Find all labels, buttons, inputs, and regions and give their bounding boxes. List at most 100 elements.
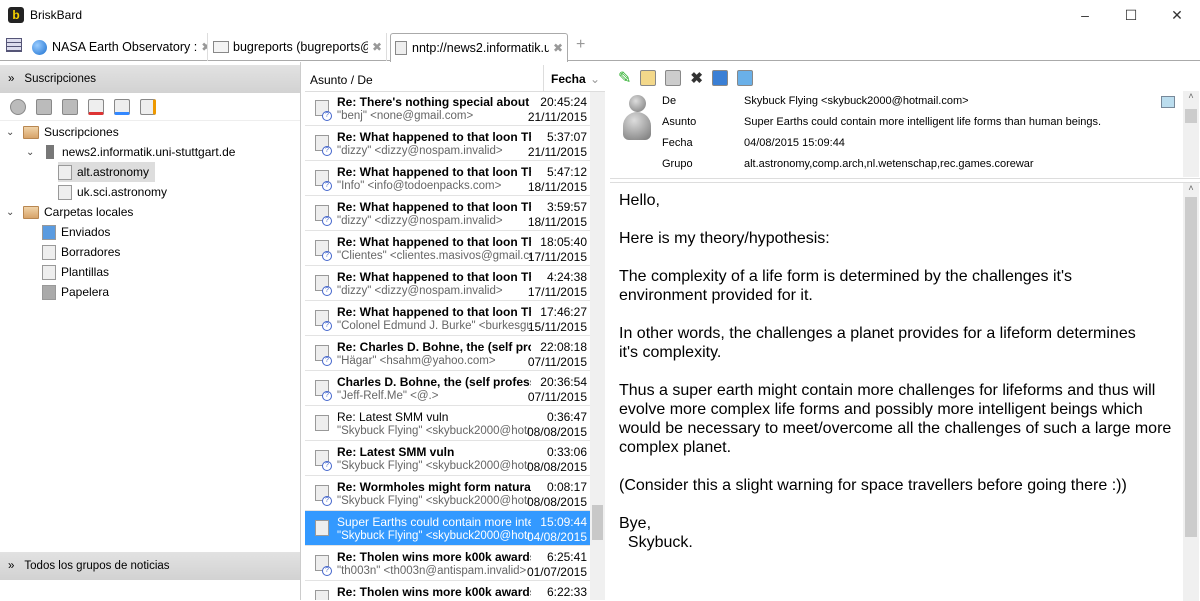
message-row[interactable]: ? Charles D. Bohne, the (self professed "J… <box>305 371 590 406</box>
tree-item-server[interactable]: ⌄ news2.informatik.uni-stuttgart.de <box>26 142 235 162</box>
message-body-view: Hello, Here is my theory/hypothesis: The… <box>610 182 1200 601</box>
message-row[interactable]: ? Re: Latest SMM vuln "Skybuck Flying" <sk… <box>305 441 590 476</box>
message-row[interactable]: ? Re: What happened to that loon Thomas"d… <box>305 196 590 231</box>
message-from: "Hägar" <hsahm@yahoo.com> <box>337 355 496 367</box>
edit-icon[interactable] <box>140 98 156 115</box>
message-time: 20:45:24 <box>540 95 587 109</box>
message-row[interactable]: ? Re: What happened to that loon Thomas"C… <box>305 301 590 336</box>
download-icon[interactable] <box>736 70 753 86</box>
maximize-button[interactable]: ☐ <box>1108 0 1154 30</box>
folder-icon <box>23 125 39 139</box>
message-from: "dizzy" <dizzy@nospam.invalid> <box>337 145 503 157</box>
message-row[interactable]: ? Re: What happened to that loon Thomas"d… <box>305 266 590 301</box>
reply-icon[interactable] <box>640 70 657 86</box>
message-icon <box>315 415 329 431</box>
tab-nntp[interactable]: nntp://news2.informatik.u ✖ <box>390 33 568 62</box>
tree-item-papelera[interactable]: Papelera <box>42 282 109 302</box>
tab-bugreports[interactable]: bugreports (bugreports@l ✖ <box>209 33 387 61</box>
new-tab-button[interactable]: + <box>576 36 585 54</box>
message-from: "Skybuck Flying" <skybuck2000@hotmail.co… <box>337 495 531 507</box>
chevron-down-icon[interactable]: ⌄ <box>6 207 18 218</box>
tree-item-uk-sci-astronomy[interactable]: uk.sci.astronomy <box>58 182 167 202</box>
print-icon[interactable] <box>665 70 682 86</box>
chevron-down-icon[interactable]: ⌄ <box>6 127 18 138</box>
message-time: 17:46:27 <box>540 305 587 319</box>
unread-status-icon: ? <box>322 286 332 296</box>
column-subject[interactable]: Asunto / De <box>310 73 373 87</box>
message-row[interactable]: ? Re: There's nothing special about the "b… <box>305 91 590 126</box>
tree-label: Suscripciones <box>44 125 119 139</box>
menu-icon[interactable] <box>6 38 22 52</box>
message-date: 04/08/2015 <box>526 530 587 544</box>
tree-item-plantillas[interactable]: Plantillas <box>42 262 109 282</box>
message-date: 18/11/2015 <box>527 180 587 194</box>
tree-item-enviados[interactable]: Enviados <box>42 222 110 242</box>
delete-icon[interactable]: ✖ <box>690 69 703 87</box>
tab-nasa[interactable]: NASA Earth Observatory : ✖ <box>28 33 208 61</box>
scroll-thumb[interactable] <box>592 505 603 540</box>
column-date[interactable]: Fecha <box>551 72 586 86</box>
message-subject: Super Earths could contain more intellig… <box>337 515 531 529</box>
drafts-icon <box>42 244 56 260</box>
tree-label: news2.informatik.uni-stuttgart.de <box>62 145 236 159</box>
sort-chevron-icon: ⌄ <box>590 72 601 86</box>
message-row[interactable]: ?Re: Tholen wins more k00k awards6:22:33 <box>305 581 590 600</box>
unsubscribe-icon[interactable] <box>88 98 104 115</box>
save-icon[interactable] <box>711 70 728 86</box>
all-newsgroups-bar[interactable]: » Todos los grupos de noticias <box>0 552 300 580</box>
settings-gear-icon[interactable] <box>10 98 26 115</box>
message-row[interactable]: ? Re: Wormholes might form naturally "Skyb… <box>305 476 590 511</box>
message-from: "th003n" <th003n@antispam.invalid> <box>337 565 527 577</box>
unread-status-icon: ? <box>322 356 332 366</box>
date-value: 04/08/2015 15:09:44 <box>744 137 845 149</box>
tab-label: bugreports (bugreports@l <box>233 40 368 54</box>
message-date: 15/11/2015 <box>527 320 587 334</box>
close-tab-icon[interactable]: ✖ <box>553 41 563 55</box>
message-time: 4:24:38 <box>546 270 587 284</box>
message-subject: Re: What happened to that loon Thomas <box>337 305 531 319</box>
app-title: BriskBard <box>30 8 83 22</box>
message-toolbar: ✎ ✖ <box>610 65 753 91</box>
tab-label: NASA Earth Observatory : <box>52 40 198 54</box>
message-time: 5:37:07 <box>546 130 587 144</box>
message-row[interactable]: ? Re: Charles D. Bohne, the (self profess… <box>305 336 590 371</box>
message-time: 0:08:17 <box>546 480 587 494</box>
date-label: Fecha <box>662 137 693 149</box>
message-time: 5:47:12 <box>546 165 587 179</box>
folder-icon <box>23 205 39 219</box>
list-header: Asunto / De Fecha ⌄ <box>305 65 605 92</box>
collapse-icon: » <box>8 73 15 85</box>
add-contact-icon[interactable] <box>1161 96 1175 108</box>
message-row[interactable]: Re: Latest SMM vuln "Skybuck Flying" <sky… <box>305 406 590 441</box>
message-row[interactable]: Super Earths could contain more intellig… <box>305 511 590 546</box>
message-row[interactable]: ? Re: What happened to that loon Thomas"d… <box>305 126 590 161</box>
download-icon[interactable] <box>114 98 130 115</box>
list-scrollbar[interactable] <box>590 92 605 600</box>
tree-item-suscripciones[interactable]: ⌄ Suscripciones <box>6 122 119 142</box>
message-row[interactable]: ? Re: What happened to that loon Thomas"I… <box>305 161 590 196</box>
message-row[interactable]: ? Re: What happened to that loon Thomas"C… <box>305 231 590 266</box>
tree-item-borradores[interactable]: Borradores <box>42 242 120 262</box>
close-tab-icon[interactable]: ✖ <box>201 40 207 54</box>
close-tab-icon[interactable]: ✖ <box>372 40 382 54</box>
message-time: 22:08:18 <box>540 340 587 354</box>
message-row[interactable]: ? Re: Tholen wins more k00k awards "th003n… <box>305 546 590 581</box>
tab-label: nntp://news2.informatik.u <box>412 41 549 55</box>
group-value: alt.astronomy,comp.arch,nl.wetenschap,re… <box>744 158 1034 170</box>
message-from: "Skybuck Flying" <skybuck2000@hotmail.co… <box>337 530 531 542</box>
new-folder-icon[interactable] <box>36 98 52 115</box>
tree-item-carpetas-locales[interactable]: ⌄ Carpetas locales <box>6 202 133 222</box>
message-date: 07/11/2015 <box>527 390 587 404</box>
from-value[interactable]: Skybuck Flying <skybuck2000@hotmail.com> <box>744 95 969 107</box>
remove-folder-icon[interactable] <box>62 98 78 115</box>
body-scrollbar[interactable]: ˄ <box>1183 183 1199 601</box>
sidebar-header[interactable]: » Suscripciones <box>0 65 300 93</box>
tree-item-alt-astronomy[interactable]: alt.astronomy <box>58 162 156 182</box>
message-subject: Re: What happened to that loon Thomas <box>337 200 531 214</box>
header-scrollbar[interactable]: ˄ <box>1183 91 1199 177</box>
message-date: 08/08/2015 <box>526 460 587 474</box>
minimize-button[interactable]: – <box>1062 0 1108 30</box>
pencil-icon[interactable]: ✎ <box>618 68 631 88</box>
close-button[interactable]: ✕ <box>1154 0 1200 30</box>
chevron-down-icon[interactable]: ⌄ <box>26 147 38 158</box>
